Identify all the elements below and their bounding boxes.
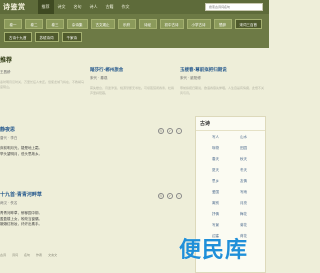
category-link[interactable]: 田园	[240, 146, 247, 151]
copy-icon[interactable]: ⎘	[158, 128, 164, 134]
card-author: 王昌龄	[0, 70, 11, 74]
category-link[interactable]: 月亮	[240, 201, 247, 206]
nav-item-essay[interactable]: 作文	[118, 0, 134, 14]
category-link[interactable]: 思乡	[212, 179, 219, 184]
card-excerpt: 雾失楼台，月迷津渡，桃源望断无寻处。可堪孤馆闭春寒，杜鹃声里斜阳暮。	[90, 86, 175, 95]
panel-header: 古诗	[196, 117, 265, 131]
category-link[interactable]: 冬天	[240, 168, 247, 173]
tag-item[interactable]: 诗经	[138, 19, 157, 29]
category-tags: 卷一 卷二 卷三 杂诗集 古文观止 乐府 诗经 初中古诗 小学古诗 楚辞 宋词三…	[0, 14, 269, 47]
site-logo[interactable]: 诗鉴赏	[3, 2, 26, 12]
poem-actions: ⎘ ♪ ♡	[158, 193, 182, 199]
category-link[interactable]: 山水	[240, 135, 247, 140]
card-excerpt: 尊前拟把归期说，欲语春容先惨咽。人生自是有情痴，此恨不关风与月。	[180, 86, 265, 95]
nav-item-quotes[interactable]: 名句	[70, 0, 86, 14]
nav-item-recommend[interactable]: 推荐	[37, 0, 54, 14]
tag-item[interactable]: 古文观止	[90, 19, 115, 29]
favorite-icon[interactable]: ♡	[176, 128, 182, 134]
footer-link[interactable]: 作者	[36, 253, 42, 257]
category-link[interactable]: 抒情	[212, 212, 219, 217]
nav-item-classics[interactable]: 古籍	[102, 0, 118, 14]
tag-item[interactable]: 卷三	[46, 19, 64, 29]
copy-icon[interactable]: ⎘	[158, 193, 164, 199]
tag-item[interactable]: 宋词三百首	[234, 19, 262, 29]
tag-item[interactable]: 卷一	[4, 19, 22, 29]
nav-item-poets[interactable]: 诗人	[86, 0, 102, 14]
tag-item[interactable]: 乐府	[117, 19, 136, 29]
poem-author: 两汉 · 佚名	[0, 201, 18, 205]
card-title[interactable]: 玉楼春·尊前拟把归期说	[180, 67, 265, 73]
search-input[interactable]	[205, 3, 263, 11]
category-link[interactable]: 离别	[212, 201, 219, 206]
panel-title: 古诗	[200, 121, 211, 127]
recommend-card[interactable]: 玉楼春·尊前拟把归期说 宋代 · 欧阳修 尊前拟把归期说，欲语春容先惨咽。人生自…	[180, 67, 265, 96]
card-excerpt: 秦时明月汉时关，万里长征人未还。但使龙城飞将在，不教胡马度阴山。	[0, 80, 85, 89]
top-header: 诗鉴赏 推荐 诗文 名句 诗人 古籍 作文	[0, 0, 269, 14]
category-link[interactable]: 咏物	[212, 146, 219, 151]
nav-item-poems[interactable]: 诗文	[54, 0, 70, 14]
footer-link[interactable]: 名句	[24, 253, 30, 257]
category-link[interactable]: 夏天	[212, 168, 219, 173]
category-link[interactable]: 友情	[240, 179, 247, 184]
category-link[interactable]: 写雨	[240, 190, 247, 195]
favorite-icon[interactable]: ♡	[176, 193, 182, 199]
poem-author: 唐代 · 李白	[0, 136, 18, 140]
tag-item[interactable]: 小学古诗	[186, 19, 211, 29]
recommend-card[interactable]: 王昌龄 秦时明月汉时关，万里长征人未还。但使龙城飞将在，不教胡马度阴山。	[0, 67, 85, 90]
category-bar: 卷一 卷二 卷三 杂诗集 古文观止 乐府 诗经 初中古诗 小学古诗 楚辞 宋词三…	[0, 14, 269, 48]
watermark-logo: 便民库	[158, 222, 269, 273]
recommend-card[interactable]: 踏莎行·郴州旅舍 宋代 · 秦观 雾失楼台，月迷津渡，桃源望断无寻处。可堪孤馆闭…	[90, 67, 175, 96]
sound-icon[interactable]: ♪	[167, 193, 173, 199]
footer-link[interactable]: 古诗	[0, 253, 6, 257]
tag-item[interactable]: 楚辞	[213, 19, 232, 29]
card-author: 宋代 · 秦观	[90, 76, 108, 80]
sound-icon[interactable]: ♪	[167, 128, 173, 134]
tag-item[interactable]: 杂诗集	[67, 19, 88, 29]
tag-item[interactable]: 古诗十九首	[4, 32, 32, 42]
poem-actions: ⎘ ♪ ♡	[158, 128, 182, 134]
card-title[interactable]: 踏莎行·郴州旅舍	[90, 67, 175, 73]
tag-item[interactable]: 苏轼诗词	[34, 32, 59, 42]
section-title: 推荐	[0, 57, 13, 64]
category-link[interactable]: 写人	[212, 135, 219, 140]
category-link[interactable]: 春天	[212, 157, 219, 162]
category-link[interactable]: 梅花	[240, 212, 247, 217]
footer-link[interactable]: 文言文	[48, 253, 57, 257]
tag-item[interactable]: 初中古诗	[159, 19, 184, 29]
poem-line: 举头望明月，低头思故乡。	[0, 151, 42, 156]
footer-link[interactable]: 诗词	[12, 253, 18, 257]
category-link[interactable]: 爱国	[212, 190, 219, 195]
card-author: 宋代 · 欧阳修	[180, 76, 201, 80]
category-link[interactable]: 秋天	[240, 157, 247, 162]
tag-item[interactable]: 卷二	[25, 19, 43, 29]
tag-item[interactable]: 千家诗	[61, 32, 82, 42]
watermark-text: 便民库	[178, 237, 248, 263]
main-nav: 推荐 诗文 名句 诗人 古籍 作文	[37, 0, 134, 14]
